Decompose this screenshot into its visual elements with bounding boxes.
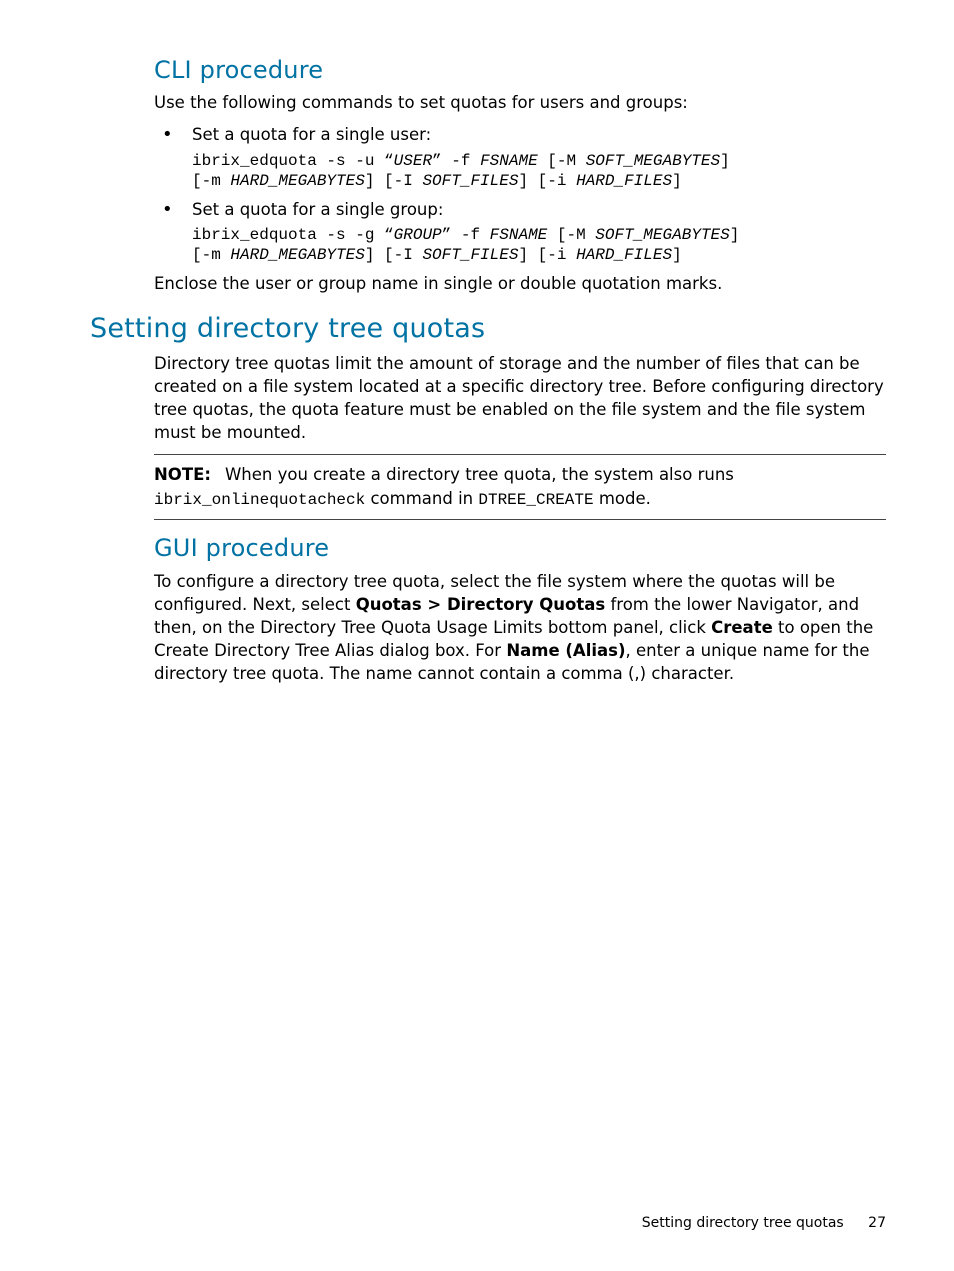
cli-bullet-user: Set a quota for a single user: ibrix_edq… <box>154 124 886 190</box>
gui-bold: Create <box>711 618 773 637</box>
heading-cli-procedure: CLI procedure <box>154 56 886 84</box>
code-text: ] <box>730 226 740 244</box>
code-arg: HARD_FILES <box>576 246 672 264</box>
code-arg: USER <box>394 152 432 170</box>
cli-bullet-user-lead: Set a quota for a single user: <box>192 124 886 146</box>
code-text: [-M <box>538 152 586 170</box>
code-text: ] [-I <box>365 172 423 190</box>
page: CLI procedure Use the following commands… <box>0 0 954 1271</box>
code-arg: SOFT_MEGABYTES <box>586 152 720 170</box>
cli-bullet-group: Set a quota for a single group: ibrix_ed… <box>154 199 886 265</box>
code-arg: SOFT_FILES <box>422 172 518 190</box>
code-arg: HARD_FILES <box>576 172 672 190</box>
gui-procedure-text: To configure a directory tree quota, sel… <box>154 570 886 685</box>
code-text: [-M <box>547 226 595 244</box>
gui-bold: Name (Alias) <box>506 641 625 660</box>
code-text: ” -f <box>432 152 480 170</box>
code-arg: SOFT_FILES <box>422 246 518 264</box>
heading-gui-procedure: GUI procedure <box>154 534 886 562</box>
note-code: DTREE_CREATE <box>478 491 593 509</box>
footer-page-number: 27 <box>868 1215 886 1231</box>
note-text: command in <box>365 489 478 508</box>
code-arg: SOFT_MEGABYTES <box>595 226 729 244</box>
note-text: mode. <box>594 489 651 508</box>
code-text: [-m <box>192 172 230 190</box>
footer-title: Setting directory tree quotas <box>642 1215 844 1231</box>
page-footer: Setting directory tree quotas 27 <box>642 1215 886 1231</box>
gui-bold: Quotas > Directory Quotas <box>356 595 606 614</box>
dir-tree-intro: Directory tree quotas limit the amount o… <box>154 352 886 444</box>
code-arg: FSNAME <box>480 152 538 170</box>
code-text: ] <box>672 246 682 264</box>
cli-bullet-group-lead: Set a quota for a single group: <box>192 199 886 221</box>
code-text: ] [-I <box>365 246 423 264</box>
note-code: ibrix_onlinequotacheck <box>154 491 365 509</box>
code-arg: GROUP <box>394 226 442 244</box>
code-arg: FSNAME <box>490 226 548 244</box>
code-text: ibrix_edquota -s -u “ <box>192 152 394 170</box>
cli-trailer-text: Enclose the user or group name in single… <box>154 273 886 295</box>
code-text: ] [-i <box>518 246 576 264</box>
code-text: ” -f <box>442 226 490 244</box>
code-text: [-m <box>192 246 230 264</box>
cli-bullet-list: Set a quota for a single user: ibrix_edq… <box>154 124 886 265</box>
code-text: ] <box>672 172 682 190</box>
code-text: ] <box>720 152 730 170</box>
code-arg: HARD_MEGABYTES <box>230 246 364 264</box>
cli-group-code: ibrix_edquota -s -g “GROUP” -f FSNAME [-… <box>192 225 886 265</box>
code-arg: HARD_MEGABYTES <box>230 172 364 190</box>
note-box: NOTE: When you create a directory tree qu… <box>154 454 886 519</box>
note-label: NOTE: <box>154 465 211 484</box>
cli-user-code: ibrix_edquota -s -u “USER” -f FSNAME [-M… <box>192 151 886 191</box>
note-text: When you create a directory tree quota, … <box>225 465 734 484</box>
cli-intro-text: Use the following commands to set quotas… <box>154 92 886 114</box>
code-text: ibrix_edquota -s -g “ <box>192 226 394 244</box>
heading-setting-dir-tree-quotas: Setting directory tree quotas <box>90 313 886 344</box>
code-text: ] [-i <box>518 172 576 190</box>
